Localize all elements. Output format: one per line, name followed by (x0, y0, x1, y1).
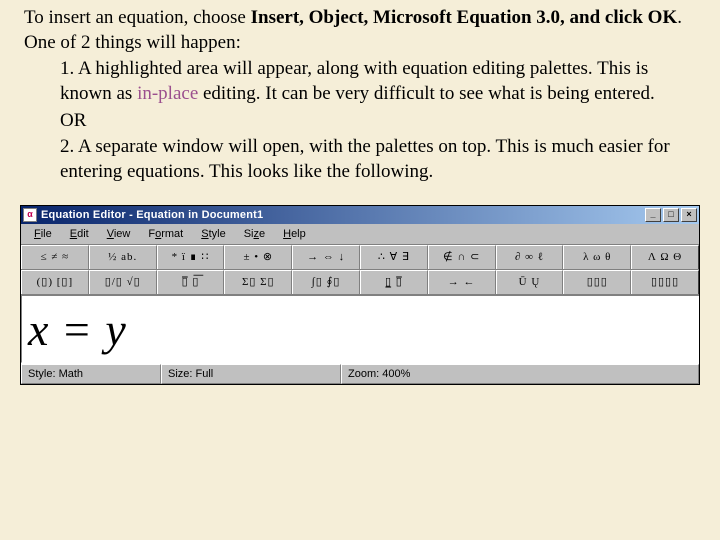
palette-sum[interactable]: Σ▯ Σ▯ (224, 270, 292, 294)
intro-paragraph: To insert an equation, choose Insert, Ob… (24, 6, 696, 55)
palette-relational[interactable]: ≤ ≠ ≈ (21, 245, 89, 269)
palette-arrows[interactable]: → ⇔ ↓ (292, 245, 360, 269)
palette-overbar[interactable]: ▯̲ ▯̅ (360, 270, 428, 294)
intro-pre: To insert an equation, choose (24, 7, 251, 28)
equation-op: = (50, 300, 105, 360)
menubar: File Edit View Format Style Size Help (21, 224, 699, 245)
palette-matrix-small[interactable]: ▯▯▯ (563, 270, 631, 294)
menu-size[interactable]: Size (235, 226, 274, 242)
titlebar[interactable]: α Equation Editor - Equation in Document… (21, 206, 699, 224)
menu-help[interactable]: Help (274, 226, 315, 242)
menu-format[interactable]: Format (139, 226, 192, 242)
menu-view[interactable]: View (98, 226, 140, 242)
intro-bold: Insert, Object, Microsoft Equation 3.0, … (251, 7, 678, 28)
minimize-button[interactable]: _ (645, 208, 661, 222)
status-style: Style: Math (21, 364, 161, 384)
status-size: Size: Full (161, 364, 341, 384)
palette-logical[interactable]: ∴ ∀ ∃ (360, 245, 428, 269)
palette-greek-lower[interactable]: λ ω θ (563, 245, 631, 269)
menu-edit[interactable]: Edit (61, 226, 98, 242)
statusbar: Style: Math Size: Full Zoom: 400% (21, 363, 699, 384)
palette-integral[interactable]: ∫▯ ∮▯ (292, 270, 360, 294)
equation-rhs: y (105, 300, 127, 360)
app-icon[interactable]: α (23, 208, 37, 222)
palette-spaces[interactable]: ½ ab. (89, 245, 157, 269)
window-title: Equation Editor - Equation in Document1 (41, 208, 645, 222)
equation-editor-window: α Equation Editor - Equation in Document… (20, 205, 700, 386)
palette-subsup[interactable]: ▯̅ ▯͞ (157, 270, 225, 294)
maximize-button[interactable]: □ (663, 208, 679, 222)
palette-misc[interactable]: ∂ ∞ ℓ (496, 245, 564, 269)
item-2: 2. A separate window will open, with the… (24, 135, 696, 184)
palette-embellish[interactable]: * ï ∎ ∷ (157, 245, 225, 269)
menu-file[interactable]: File (25, 226, 61, 242)
palette-toolbar: ≤ ≠ ≈ ½ ab. * ï ∎ ∷ ± • ⊗ → ⇔ ↓ ∴ ∀ ∃ ∉ … (21, 245, 699, 295)
or-line: OR (24, 109, 696, 134)
palette-greek-upper[interactable]: Λ Ω Θ (631, 245, 699, 269)
palette-operators[interactable]: ± • ⊗ (224, 245, 292, 269)
menu-style[interactable]: Style (192, 226, 234, 242)
palette-labeled-arrow[interactable]: → ← (428, 270, 496, 294)
item-1: 1. A highlighted area will appear, along… (24, 57, 696, 106)
palette-row-1: ≤ ≠ ≈ ½ ab. * ï ∎ ∷ ± • ⊗ → ⇔ ↓ ∴ ∀ ∃ ∉ … (21, 245, 699, 270)
close-button[interactable]: × (681, 208, 697, 222)
status-zoom: Zoom: 400% (341, 364, 699, 384)
equation-lhs: x (28, 300, 50, 360)
equation-canvas[interactable]: x = y (21, 295, 699, 363)
palette-matrix[interactable]: ▯▯▯▯ (631, 270, 699, 294)
palette-products[interactable]: Ū Ų (496, 270, 564, 294)
palette-fractions[interactable]: ▯/▯ √▯ (89, 270, 157, 294)
palette-set[interactable]: ∉ ∩ ⊂ (428, 245, 496, 269)
item1-post: editing. It can be very difficult to see… (198, 83, 655, 104)
palette-fences[interactable]: (▯) [▯] (21, 270, 89, 294)
palette-row-2: (▯) [▯] ▯/▯ √▯ ▯̅ ▯͞ Σ▯ Σ▯ ∫▯ ∮▯ ▯̲ ▯̅ →… (21, 270, 699, 295)
inplace-link[interactable]: in-place (137, 83, 198, 104)
